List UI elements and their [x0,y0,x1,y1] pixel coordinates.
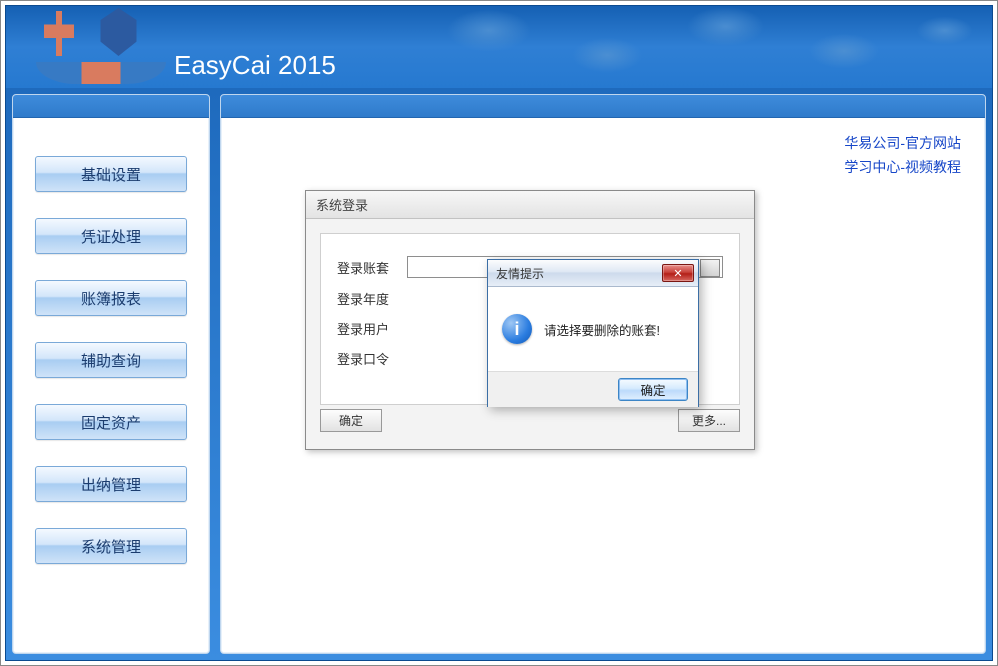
label-year: 登录年度 [337,289,397,308]
sidebar-item-label: 辅助查询 [81,350,141,371]
message-ok-button[interactable]: 确定 [618,378,688,401]
sidebar-item-cashier[interactable]: 出纳管理 [35,466,187,502]
sidebar-item-label: 固定资产 [81,412,141,433]
sidebar-item-ledger-report[interactable]: 账簿报表 [35,280,187,316]
close-icon: ✕ [673,267,682,280]
message-footer: 确定 [488,371,698,407]
sidebar-item-basic-settings[interactable]: 基础设置 [35,156,187,192]
sidebar-item-label: 出纳管理 [81,474,141,495]
sidebar-item-label: 基础设置 [81,164,141,185]
sidebar-panel: 基础设置 凭证处理 账簿报表 辅助查询 固定资产 出纳管理 系统管理 [12,94,210,654]
message-dialog: 友情提示 ✕ i 请选择要删除的账套! 确定 [487,259,699,407]
sidebar-item-system[interactable]: 系统管理 [35,528,187,564]
sidebar-item-aux-query[interactable]: 辅助查询 [35,342,187,378]
sidebar-item-fixed-assets[interactable]: 固定资产 [35,404,187,440]
app-logo [36,6,156,76]
login-ok-button[interactable]: 确定 [320,409,382,432]
login-more-button[interactable]: 更多... [678,409,740,432]
link-official-site[interactable]: 华易公司-官方网站 [844,135,961,151]
app-window: EasyCai 2015 基础设置 凭证处理 账簿报表 辅助查询 固定资产 出纳… [5,5,993,661]
outer-frame: EasyCai 2015 基础设置 凭证处理 账簿报表 辅助查询 固定资产 出纳… [0,0,998,666]
button-label: 确定 [640,380,665,399]
sidebar-buttons: 基础设置 凭证处理 账簿报表 辅助查询 固定资产 出纳管理 系统管理 [13,118,209,574]
button-label: 确定 [339,412,363,429]
close-button[interactable]: ✕ [662,264,694,282]
content-panel: 华易公司-官方网站 学习中心-视频教程 系统登录 登录账套 登录年度 [220,94,986,654]
sidebar-item-label: 系统管理 [81,536,141,557]
app-title: EasyCai 2015 [174,50,336,81]
message-text: 请选择要删除的账套! [544,320,660,339]
login-dialog-title: 系统登录 [306,191,754,219]
chevron-down-icon [707,265,715,270]
main-area: 基础设置 凭证处理 账簿报表 辅助查询 固定资产 出纳管理 系统管理 华易公司-… [6,88,992,660]
sidebar-item-voucher[interactable]: 凭证处理 [35,218,187,254]
link-tutorial[interactable]: 学习中心-视频教程 [844,159,961,175]
label-account: 登录账套 [337,258,397,277]
message-body: i 请选择要删除的账套! [488,287,698,371]
info-icon: i [502,314,532,344]
message-title-text: 友情提示 [496,265,544,282]
label-password: 登录口令 [337,349,397,368]
message-title-bar: 友情提示 ✕ [488,260,698,287]
sidebar-item-label: 凭证处理 [81,226,141,247]
button-label: 更多... [692,412,726,429]
header-bar: EasyCai 2015 [6,6,992,88]
header-links: 华易公司-官方网站 学习中心-视频教程 [844,131,961,179]
sidebar-item-label: 账簿报表 [81,288,141,309]
label-user: 登录用户 [337,319,397,338]
login-button-row: 确定 更多... [306,409,754,442]
